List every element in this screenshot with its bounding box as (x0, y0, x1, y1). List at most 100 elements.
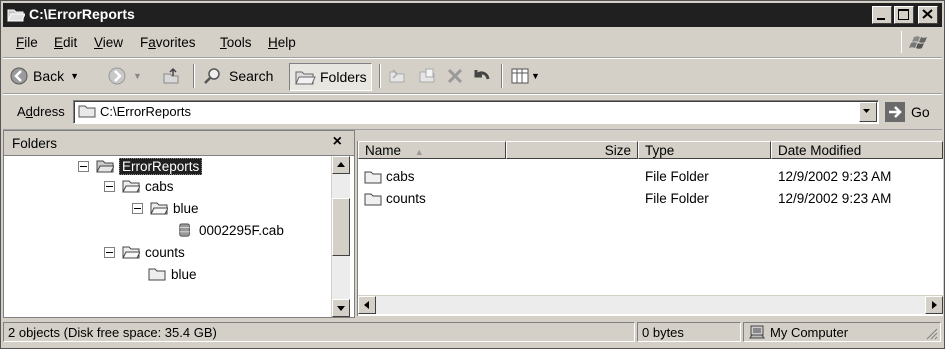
scroll-thumb[interactable] (332, 198, 350, 256)
address-value: C:\ErrorReports (100, 104, 192, 119)
undo-button[interactable] (471, 63, 491, 89)
forward-arrow-icon (108, 67, 126, 85)
folders-vertical-scrollbar[interactable] (331, 156, 350, 317)
folder-icon (148, 268, 166, 281)
folders-button[interactable]: Folders (289, 63, 372, 91)
folder-open-icon (96, 160, 114, 173)
my-computer-icon (749, 325, 765, 339)
folder-open-icon (122, 180, 140, 193)
move-to-button[interactable] (387, 63, 407, 89)
file-date: 12/9/2002 9:23 AM (778, 191, 892, 206)
tree-node-cab-file[interactable]: 0002295F.cab (176, 220, 284, 240)
list-item[interactable]: cabs File Folder 12/9/2002 9:23 AM (358, 167, 943, 187)
tree-label: ErrorReports (119, 157, 203, 175)
go-button[interactable]: Go (885, 101, 930, 123)
cabinet-file-icon (179, 223, 190, 237)
folder-icon (364, 193, 382, 206)
menu-view[interactable]: View (87, 29, 130, 57)
folder-open-icon (7, 9, 25, 22)
arrow-up-icon (337, 162, 345, 167)
search-label: Search (229, 68, 274, 84)
views-button[interactable]: ▼ (511, 63, 540, 89)
status-size: 0 bytes (637, 322, 741, 342)
up-folder-icon (163, 67, 179, 84)
tree-node-errorreports[interactable]: ErrorReports (78, 156, 203, 176)
delete-button[interactable] (445, 63, 465, 89)
file-list-pane: Name ▲ Size Type Date Modified cabs File… (357, 141, 943, 316)
arrow-left-icon (364, 301, 369, 309)
copy-to-icon (419, 68, 435, 83)
menu-file[interactable]: File (9, 29, 45, 57)
maximize-button[interactable] (894, 6, 914, 24)
sort-ascending-icon: ▲ (414, 147, 424, 157)
folders-pane-title: Folders (12, 136, 58, 151)
windows-logo-icon (901, 31, 936, 53)
collapse-icon[interactable] (104, 246, 115, 258)
tree-label: blue (173, 200, 199, 216)
menu-edit[interactable]: Edit (47, 29, 84, 57)
forward-button[interactable]: ▼ (107, 63, 142, 89)
menu-bar: File Edit View Favorites Tools Help (3, 29, 942, 58)
folders-label: Folders (320, 69, 367, 85)
tree-node-blue[interactable]: blue (132, 198, 199, 218)
go-label: Go (911, 104, 930, 120)
menu-favorites[interactable]: Favorites (133, 29, 203, 57)
arrow-right-icon (932, 301, 937, 309)
resize-grip-icon[interactable] (926, 328, 938, 340)
file-name: cabs (386, 169, 415, 184)
chevron-down-icon (863, 109, 870, 113)
back-dropdown-icon[interactable]: ▼ (70, 71, 79, 81)
back-arrow-icon (10, 67, 28, 85)
copy-to-button[interactable] (417, 63, 437, 89)
column-header-date-modified[interactable]: Date Modified (771, 141, 943, 159)
scroll-left-button[interactable] (358, 296, 376, 314)
menu-help[interactable]: Help (261, 29, 303, 57)
scroll-down-button[interactable] (332, 299, 350, 317)
folders-pane-close-icon[interactable]: × (333, 133, 342, 151)
address-bar: Address C:\ErrorReports Go (3, 94, 942, 130)
folder-icon (364, 171, 382, 184)
arrow-down-icon (337, 306, 345, 311)
list-horizontal-scrollbar[interactable] (358, 295, 943, 314)
minimize-button[interactable] (872, 6, 892, 24)
status-bar: 2 objects (Disk free space: 35.4 GB) 0 b… (3, 320, 942, 346)
menu-tools[interactable]: Tools (213, 29, 259, 57)
column-header-size[interactable]: Size (506, 141, 638, 159)
close-icon (922, 9, 933, 19)
forward-dropdown-icon[interactable]: ▼ (133, 71, 142, 81)
list-item[interactable]: counts File Folder 12/9/2002 9:23 AM (358, 189, 943, 209)
collapse-icon[interactable] (104, 180, 115, 192)
column-header-type[interactable]: Type (638, 141, 771, 159)
tree-node-counts[interactable]: counts (104, 242, 185, 262)
status-location-label: My Computer (770, 325, 849, 340)
folder-open-icon (122, 246, 140, 259)
status-objects: 2 objects (Disk free space: 35.4 GB) (3, 322, 635, 342)
views-dropdown-icon[interactable]: ▼ (531, 71, 540, 81)
file-name: counts (386, 191, 426, 206)
address-input[interactable]: C:\ErrorReports (73, 100, 879, 124)
up-folder-button[interactable] (161, 63, 181, 89)
window-title: C:\ErrorReports (29, 6, 135, 22)
tree-label: blue (171, 266, 197, 282)
tree-label: 0002295F.cab (199, 222, 284, 238)
standard-toolbar: Back ▼ ▼ Search Folders ▼ (3, 58, 942, 94)
undo-icon (474, 70, 490, 80)
search-button[interactable]: Search (203, 63, 273, 89)
back-button[interactable]: Back ▼ (9, 63, 79, 89)
collapse-icon[interactable] (78, 160, 89, 172)
address-dropdown-button[interactable] (859, 102, 877, 122)
file-type: File Folder (645, 191, 709, 206)
tree-node-cabs[interactable]: cabs (104, 176, 174, 196)
scroll-right-button[interactable] (925, 296, 943, 314)
scroll-up-button[interactable] (332, 156, 350, 174)
folder-tree: ErrorReports cabs blue 0002295F.cab coun… (4, 156, 331, 317)
tree-node-blue-2[interactable]: blue (148, 264, 197, 284)
address-label: Address (17, 104, 65, 119)
folder-icon (78, 105, 96, 118)
list-header: Name ▲ Size Type Date Modified (358, 141, 943, 161)
title-bar[interactable]: C:\ErrorReports (3, 3, 942, 27)
collapse-icon[interactable] (132, 202, 143, 214)
column-header-name[interactable]: Name ▲ (358, 141, 506, 159)
close-button[interactable] (918, 6, 938, 24)
tree-label: cabs (145, 178, 174, 194)
